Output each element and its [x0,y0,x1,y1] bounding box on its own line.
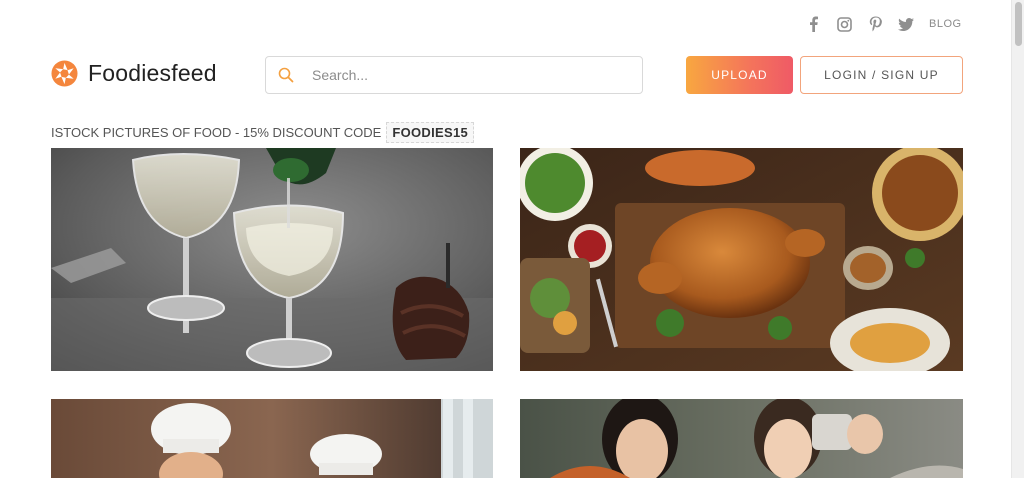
login-signup-button[interactable]: LOGIN / SIGN UP [800,56,963,94]
logo-text: Foodiesfeed [88,60,217,86]
scrollbar-thumb[interactable] [1015,2,1022,46]
social-links: BLOG [805,14,962,34]
champagne-glasses-photo[interactable] [51,148,493,371]
aperture-logo-icon [51,60,78,87]
roast-turkey-feast-photo[interactable] [520,148,963,371]
search-icon [278,67,294,83]
search-bar[interactable] [265,56,643,94]
kids-chef-hats-photo[interactable] [51,399,493,478]
twitter-icon[interactable] [898,16,914,32]
instagram-icon[interactable] [836,16,852,32]
promo-banner[interactable]: ISTOCK PICTURES OF FOOD - 15% DISCOUNT C… [51,122,475,143]
friends-selfie-photo[interactable] [520,399,963,478]
discount-code-badge[interactable]: FOODIES15 [386,122,475,143]
facebook-icon[interactable] [805,16,821,32]
search-input[interactable] [312,67,612,83]
promo-text[interactable]: ISTOCK PICTURES OF FOOD - 15% DISCOUNT C… [51,125,381,140]
blog-link[interactable]: BLOG [929,18,962,30]
page-scrollbar[interactable] [1011,0,1024,478]
site-logo[interactable]: Foodiesfeed [51,60,217,87]
upload-button[interactable]: UPLOAD [686,56,793,94]
pinterest-icon[interactable] [867,16,883,32]
